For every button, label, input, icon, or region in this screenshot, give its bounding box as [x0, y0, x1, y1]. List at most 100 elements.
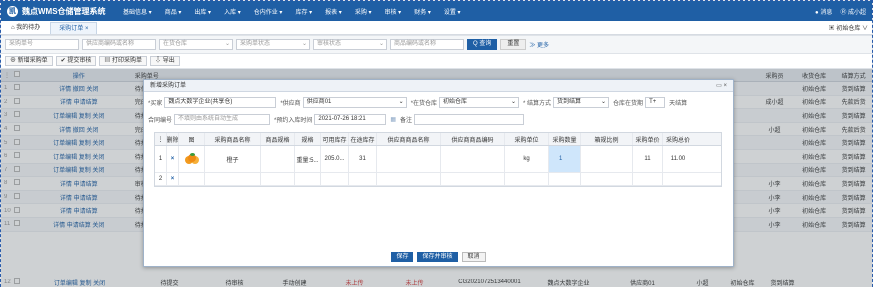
- dialog-footer: 保存 保存并审核 取消: [144, 250, 733, 264]
- buyer-field[interactable]: 魏点大数字企业(共享仓): [164, 97, 277, 108]
- supplier-select[interactable]: 供应商01 ⌄: [302, 97, 407, 108]
- dialog-header: 新增采购订单 ▭ ×: [144, 80, 733, 92]
- items-header-col: ⋮: [155, 133, 167, 145]
- save-and-audit-button[interactable]: 保存并审核: [417, 252, 458, 262]
- note-input[interactable]: [414, 114, 525, 125]
- user-menu[interactable]: Ⓡ 成小超: [840, 7, 866, 16]
- app-logo[interactable]: 凯 魏点WMS仓储管理系统: [1, 5, 123, 17]
- arrival-time-input[interactable]: 2021-07-26 18:21: [314, 114, 387, 125]
- item-unit: kg: [505, 146, 549, 172]
- items-header: ⋮ 删除 图 采购商品名称 商品规格 规格 可用库存 在途库存 供应商商品名称 …: [155, 133, 721, 146]
- empty-cell: [295, 173, 321, 185]
- item-code: [261, 146, 295, 172]
- item-row: 2 ×: [155, 173, 721, 186]
- items-header-col: 采购数量: [549, 133, 581, 145]
- print-po-button[interactable]: ▤ 打印采购单: [99, 56, 148, 66]
- chevron-down-icon: ⌄: [511, 99, 517, 105]
- save-button[interactable]: 保存: [391, 252, 414, 262]
- buyer-label: *买家: [148, 101, 163, 107]
- supplier-input[interactable]: 供应商编码或名称: [82, 39, 156, 50]
- form-row-1: *买家 魏点大数字企业(共享仓) *供应商 供应商01 ⌄ *在货仓库 初始仓库 ⌄…: [144, 96, 733, 109]
- menu-goods[interactable]: 商品 ▾: [165, 7, 182, 16]
- menu-inbound[interactable]: 入库 ▾: [224, 7, 241, 16]
- dialog-window-controls[interactable]: ▭ ×: [716, 80, 727, 92]
- reset-button[interactable]: 重置: [500, 39, 527, 50]
- po-status-select-label: 采购单状态: [240, 41, 271, 47]
- items-header-col: 删除: [167, 133, 179, 145]
- main-menu: 基础信息 ▾ 商品 ▾ 出库 ▾ 入库 ▾ 仓内作业 ▾ 库存 ▾ 报表 ▾ 采…: [123, 7, 474, 16]
- warehouse-field[interactable]: 初始仓库 ⌄: [439, 97, 520, 108]
- menu-finance[interactable]: 财务 ▾: [414, 7, 431, 16]
- settle-select-value: 货到结算: [557, 99, 582, 105]
- empty-cell: [349, 173, 377, 185]
- items-header-col: 采购总价: [665, 137, 690, 144]
- items-header-col: 可用库存: [321, 133, 349, 145]
- menu-settings[interactable]: 设置 ▾: [444, 7, 461, 16]
- chevron-down-icon: ⌄: [601, 99, 607, 105]
- empty-cell: [633, 173, 663, 185]
- tab-purchase-order[interactable]: 采购订单 ×: [50, 22, 98, 34]
- menu-basic-info[interactable]: 基础信息 ▾: [123, 7, 152, 16]
- contract-input[interactable]: 不填则由系统自动生成: [174, 114, 271, 125]
- menu-outbound[interactable]: 出库 ▾: [194, 7, 211, 16]
- warehouse-select[interactable]: 在货仓库 ⌄: [159, 39, 233, 50]
- goods-input[interactable]: 商品编码或名称: [390, 39, 464, 50]
- app-title: 魏点WMS仓储管理系统: [22, 6, 106, 16]
- export-button[interactable]: ⇩ 导出: [150, 56, 180, 66]
- audit-status-select[interactable]: 审核状态 ⌄: [313, 39, 387, 50]
- settle-label: * 结算方式: [523, 101, 552, 107]
- submit-audit-button[interactable]: ✔ 提交审核: [55, 56, 97, 66]
- cancel-button[interactable]: 取消: [461, 252, 486, 262]
- po-status-select[interactable]: 采购单状态 ⌄: [236, 39, 310, 50]
- item-unit-price[interactable]: 11: [633, 146, 663, 172]
- empty-cell: [441, 173, 505, 185]
- action-bar: ⊕ 新增采购单 ✔ 提交审核 ▤ 打印采购单 ⇩ 导出: [1, 54, 872, 68]
- warehouse-select-label: 在货仓库: [163, 41, 188, 47]
- orange-fruit-icon: [184, 153, 200, 165]
- settle-select[interactable]: 货到结算 ⌄: [553, 97, 610, 108]
- menu-warehouse-ops[interactable]: 仓内作业 ▾: [254, 7, 283, 16]
- audit-status-select-label: 审核状态: [317, 41, 342, 47]
- supplier-select-value: 供应商01: [306, 99, 332, 105]
- delete-row-icon[interactable]: ×: [167, 173, 179, 185]
- empty-cell[interactable]: [205, 173, 261, 185]
- chevron-down-icon: ⌄: [301, 41, 307, 47]
- days-suffix: 天结算: [669, 101, 688, 107]
- message-link[interactable]: ● 消息: [815, 7, 832, 16]
- add-po-button[interactable]: ⊕ 新增采购单: [5, 56, 53, 66]
- calendar-icon[interactable]: ▦: [390, 116, 396, 123]
- warehouse-selector[interactable]: ▣ 初始仓库 ∨: [829, 23, 868, 32]
- warehouse-label: *在货仓库: [410, 101, 438, 107]
- item-qty-input[interactable]: 1: [549, 146, 581, 172]
- logo-icon: 凯: [7, 5, 18, 17]
- item-index: 1: [155, 146, 167, 172]
- top-right-tools: ● 消息 Ⓡ 成小超: [807, 1, 866, 21]
- empty-cell: [321, 173, 349, 185]
- empty-cell: [505, 173, 549, 185]
- days-label: 仓库在货期: [613, 101, 644, 107]
- empty-cell: [581, 173, 633, 185]
- arrival-label: *预约入库时间: [274, 118, 313, 124]
- menu-inventory[interactable]: 库存 ▾: [295, 7, 312, 16]
- chevron-down-icon: ⌄: [398, 99, 404, 105]
- dialog-title: 新增采购订单: [150, 83, 187, 89]
- delete-row-icon[interactable]: ×: [167, 146, 179, 172]
- item-spec: 重量:5...: [295, 146, 321, 172]
- menu-purchase[interactable]: 采购 ▾: [355, 7, 372, 16]
- empty-cell: [663, 173, 693, 185]
- days-input[interactable]: T+: [645, 97, 666, 108]
- menu-reports[interactable]: 报表 ▾: [325, 7, 342, 16]
- item-total: 11.00: [670, 156, 686, 162]
- chevron-down-icon: ⌄: [224, 41, 230, 47]
- empty-cell: [179, 173, 205, 185]
- po-number-input[interactable]: 采购单号: [5, 39, 79, 50]
- item-box-ratio[interactable]: [581, 146, 633, 172]
- tab-my-todo[interactable]: ⌂ 我的待办: [3, 22, 48, 34]
- menu-audit[interactable]: 审核 ▾: [385, 7, 402, 16]
- query-button[interactable]: Q 查询: [467, 39, 498, 50]
- item-index: 2: [155, 173, 167, 185]
- item-name: 橙子: [205, 146, 261, 172]
- more-filters-link[interactable]: ≫ 更多: [529, 40, 549, 49]
- items-header-col: 供应商商品编码: [441, 133, 505, 145]
- empty-cell: [377, 173, 441, 185]
